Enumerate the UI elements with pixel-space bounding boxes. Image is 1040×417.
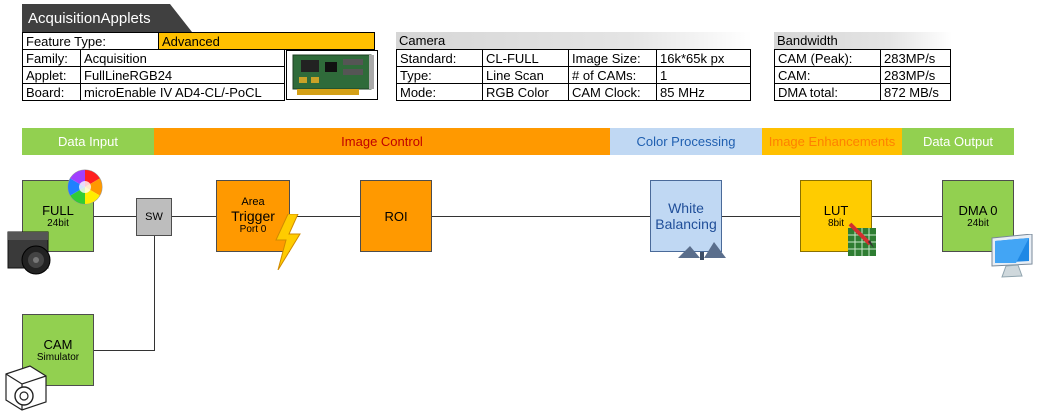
stage-image-enhancements: Image Enhancements	[762, 128, 902, 155]
trigger-port-label: Port 0	[239, 224, 267, 235]
lut-grid-icon	[848, 222, 876, 256]
stage-image-control: Image Control	[154, 128, 610, 155]
sw-block[interactable]: SW	[136, 198, 172, 236]
connector-lut-dma	[872, 216, 942, 217]
simulator-camera-icon	[5, 365, 47, 411]
camera-mode-value: RGB Color	[482, 83, 569, 101]
bandwidth-cam-peak-label: CAM (Peak):	[774, 49, 881, 67]
camera-count-label: # of CAMs:	[568, 66, 657, 84]
general-info-rows: Family: Acquisition Applet: FullLineRGB2…	[22, 49, 285, 101]
feature-type-label: Feature Type:	[22, 32, 159, 50]
pcb-board-image	[286, 50, 378, 100]
monitor-icon	[991, 234, 1033, 278]
lightning-icon	[275, 214, 301, 270]
white-balancing-line1: White	[668, 200, 704, 216]
stage-color-processing: Color Processing	[610, 128, 762, 155]
color-wheel-icon	[67, 169, 103, 205]
connector-sw-vertical	[154, 236, 155, 351]
connector-roi-whitebalance	[432, 216, 650, 217]
bandwidth-panel: Bandwidth CAM (Peak): 283MP/s CAM: 283MP…	[774, 32, 952, 101]
general-info-table: Feature Type: Advanced	[22, 32, 375, 50]
applet-label: Applet:	[22, 66, 81, 84]
board-value: microEnable IV AD4-CL/-PoCL	[80, 83, 285, 101]
board-label: Board:	[22, 83, 81, 101]
camera-image-size-value: 16k*65k px	[656, 49, 751, 67]
bandwidth-cam-value: 283MP/s	[880, 66, 951, 84]
camera-clock-label: CAM Clock:	[568, 83, 657, 101]
camera-type-value: Line Scan	[482, 66, 569, 84]
applet-value: FullLineRGB24	[80, 66, 285, 84]
cam-simulator-label: CAM	[43, 336, 73, 352]
bandwidth-table: CAM (Peak): 283MP/s CAM: 283MP/s DMA tot…	[774, 49, 951, 101]
white-balancing-line2: Balancing	[655, 216, 717, 232]
camera-type-label: Type:	[396, 66, 483, 84]
camera-count-value: 1	[656, 66, 751, 84]
applet-title-tab: AcquisitionApplets	[22, 4, 192, 32]
camera-table: Standard: CL-FULL Image Size: 16k*65k px…	[396, 49, 751, 101]
bandwidth-heading: Bandwidth	[774, 32, 952, 49]
camera-mode-label: Mode:	[396, 83, 483, 101]
bandwidth-dma-label: DMA total:	[774, 83, 881, 101]
camera-image-size-label: Image Size:	[568, 49, 657, 67]
dma-block-label: DMA 0	[958, 202, 998, 218]
camera-heading: Camera	[396, 32, 752, 49]
lut-block-label: LUT	[823, 202, 849, 218]
camera-clock-value: 85 MHz	[656, 83, 751, 101]
feature-type-value: Advanced	[158, 32, 375, 50]
family-label: Family:	[22, 49, 81, 67]
lut-block-bitdepth: 8bit	[827, 217, 845, 229]
camera-panel: Camera Standard: CL-FULL Image Size: 16k…	[396, 32, 752, 101]
connector-camsim-sw	[94, 350, 155, 351]
roi-block[interactable]: ROI	[360, 180, 432, 252]
bandwidth-cam-peak-value: 283MP/s	[880, 49, 951, 67]
connector-sw-trigger	[172, 216, 216, 217]
sw-block-label: SW	[145, 211, 163, 223]
trigger-area-label: Area	[241, 196, 265, 208]
balance-scale-icon	[678, 242, 726, 260]
connector-full-sw	[94, 216, 136, 217]
stage-data-input: Data Input	[22, 128, 154, 155]
connector-whitebalance-lut	[722, 216, 800, 217]
camera-standard-label: Standard:	[396, 49, 483, 67]
camera-icon	[7, 231, 51, 275]
camera-standard-value: CL-FULL	[482, 49, 569, 67]
roi-block-label: ROI	[384, 208, 408, 224]
bandwidth-cam-label: CAM:	[774, 66, 881, 84]
trigger-main-label: Trigger	[231, 208, 275, 224]
stage-data-output: Data Output	[902, 128, 1014, 155]
bandwidth-dma-value: 872 MB/s	[880, 83, 951, 101]
family-value: Acquisition	[80, 49, 285, 67]
dma-block-bitdepth: 24bit	[967, 217, 989, 229]
